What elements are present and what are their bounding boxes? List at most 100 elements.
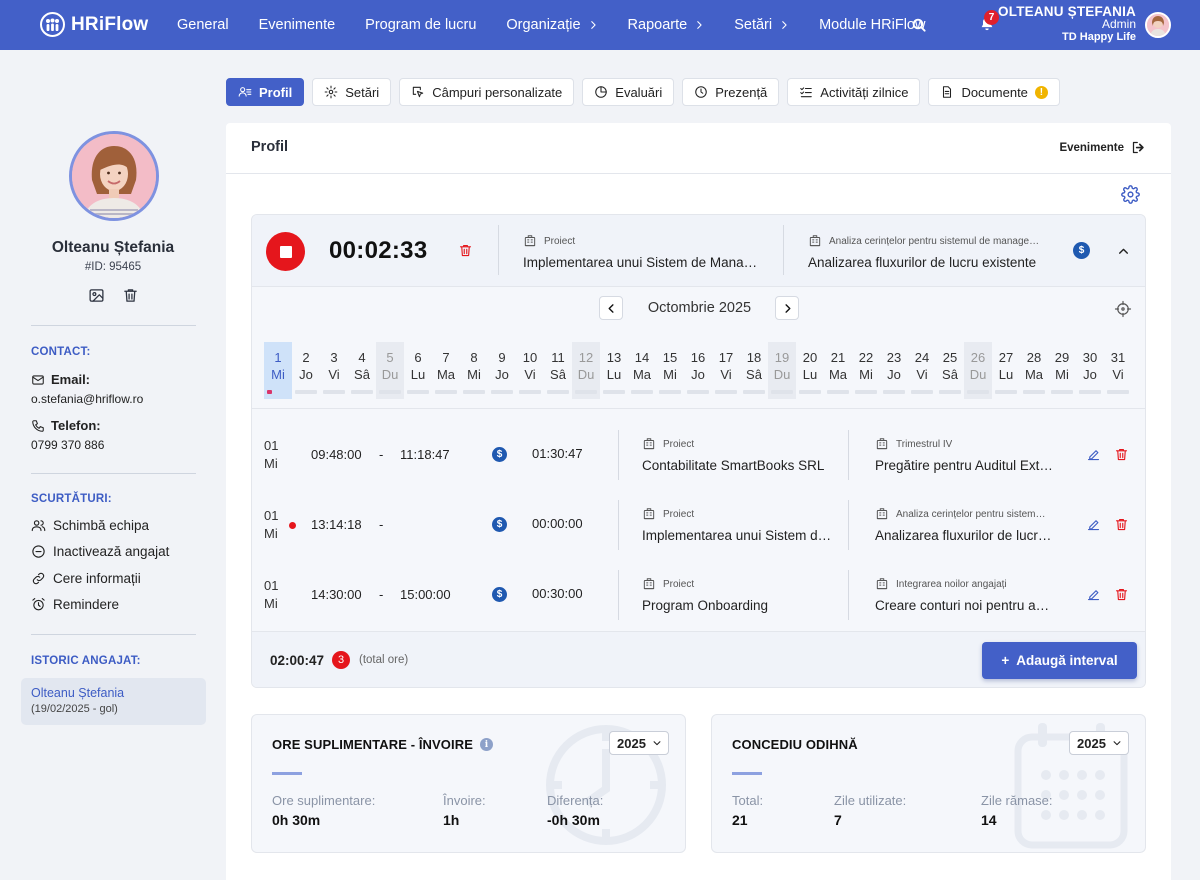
shortcut-change-team[interactable]: Schimbă echipa [31, 518, 149, 533]
calendar-day[interactable]: 11 Sâ [544, 342, 572, 399]
trash-icon[interactable] [122, 287, 139, 304]
entry-project[interactable]: Proiect Program Onboarding [642, 577, 832, 613]
user-list-icon [238, 85, 252, 99]
calendar-day[interactable]: 14 Ma [628, 342, 656, 399]
image-icon[interactable] [88, 287, 105, 304]
stop-timer-button[interactable] [266, 232, 305, 271]
calendar-day[interactable]: 21 Ma [824, 342, 852, 399]
trash-icon[interactable] [1114, 447, 1129, 462]
billable-coin-icon[interactable]: $ [492, 447, 507, 462]
calendar-day[interactable]: 16 Jo [684, 342, 712, 399]
shortcut-request-info[interactable]: Cere informații [31, 571, 141, 586]
calendar-day[interactable]: 19 Du [768, 342, 796, 399]
history-item[interactable]: Olteanu Ștefania (19/02/2025 - gol) [21, 678, 206, 725]
calendar-day[interactable]: 18 Sâ [740, 342, 768, 399]
edit-icon[interactable] [1086, 447, 1101, 462]
billable-coin-icon[interactable]: $ [1073, 242, 1090, 259]
edit-icon[interactable] [1086, 517, 1101, 532]
calendar-day[interactable]: 20 Lu [796, 342, 824, 399]
nav-item-rapoarte[interactable]: Rapoarte [613, 17, 720, 33]
tab-campuri-personalizate[interactable]: Câmpuri personalizate [399, 78, 575, 106]
warning-icon: ! [1034, 85, 1048, 99]
calendar-day[interactable]: 30 Jo [1076, 342, 1104, 399]
shortcut-reminders[interactable]: Remindere [31, 597, 119, 612]
calendar-day[interactable]: 23 Jo [880, 342, 908, 399]
calendar-day[interactable]: 4 Sâ [348, 342, 376, 399]
billable-coin-icon[interactable]: $ [492, 587, 507, 602]
calendar-day[interactable]: 6 Lu [404, 342, 432, 399]
tab-documente[interactable]: Documente ! [928, 78, 1060, 106]
calendar-day[interactable]: 10 Vi [516, 342, 544, 399]
timer-project[interactable]: Proiect Implementarea unui Sistem de Man… [523, 234, 763, 270]
overtime-stat: Diferența: -0h 30m [547, 793, 604, 828]
profile-avatar[interactable] [69, 131, 159, 221]
entry-end: 15:00:00 [400, 587, 451, 602]
calendar-day[interactable]: 31 Vi [1104, 342, 1132, 399]
trash-icon[interactable] [458, 243, 473, 258]
entry-task[interactable]: Analiza cerințelor pentru sistemul de ma… [875, 507, 1055, 543]
add-interval-button[interactable]: + Adaugă interval [982, 642, 1137, 679]
nav-item-general[interactable]: General [162, 17, 244, 33]
day-progress-bar [519, 390, 541, 394]
leave-year-select[interactable]: 2025 [1069, 731, 1129, 755]
chevron-up-icon[interactable] [1117, 245, 1130, 258]
calendar-day[interactable]: 22 Mi [852, 342, 880, 399]
trash-icon[interactable] [1114, 517, 1129, 532]
overtime-year-select[interactable]: 2025 [609, 731, 669, 755]
day-progress-bar [631, 390, 653, 394]
calendar-day[interactable]: 28 Ma [1020, 342, 1048, 399]
tab-prezenta[interactable]: Prezență [682, 78, 780, 106]
next-month-button[interactable] [775, 296, 799, 320]
nav-item-evenimente[interactable]: Evenimente [244, 17, 351, 33]
calendar-day[interactable]: 15 Mi [656, 342, 684, 399]
calendar-day[interactable]: 2 Jo [292, 342, 320, 399]
calendar-day[interactable]: 24 Vi [908, 342, 936, 399]
entry-project[interactable]: Proiect Contabilitate SmartBooks SRL [642, 437, 832, 473]
calendar-day[interactable]: 7 Ma [432, 342, 460, 399]
tab-evaluari[interactable]: Evaluări [582, 78, 675, 106]
calendar-day[interactable]: 27 Lu [992, 342, 1020, 399]
prev-month-button[interactable] [599, 296, 623, 320]
calendar-day[interactable]: 5 Du [376, 342, 404, 399]
user-menu[interactable]: OLTEANU ȘTEFANIA Admin TD Happy Life [998, 5, 1136, 44]
brand-logo[interactable]: HRiFlow [40, 12, 148, 37]
phone-value[interactable]: 0799 370 886 [31, 438, 104, 452]
events-link[interactable]: Evenimente [1059, 140, 1146, 155]
tab-profil[interactable]: Profil [226, 78, 305, 106]
building-icon [642, 437, 656, 451]
entry-project[interactable]: ProiectImplementarea unui Sistem de Mana… [642, 507, 832, 543]
calendar-day[interactable]: 9 Jo [488, 342, 516, 399]
calendar-day[interactable]: 13 Lu [600, 342, 628, 399]
calendar-day[interactable]: 25 Sâ [936, 342, 964, 399]
calendar-day[interactable]: 12 Du [572, 342, 600, 399]
timer-task[interactable]: Analiza cerințelor pentru sistemul de ma… [808, 234, 1048, 270]
calendar-day[interactable]: 8 Mi [460, 342, 488, 399]
info-icon[interactable]: i [479, 738, 493, 751]
nav-item-organiza-ie[interactable]: Organizație [491, 17, 612, 33]
nav-item-program-de-lucru[interactable]: Program de lucru [350, 17, 491, 33]
calendar-day[interactable]: 29 Mi [1048, 342, 1076, 399]
nav-item-set-ri[interactable]: Setări [719, 17, 804, 33]
day-progress-bar [407, 390, 429, 394]
user-avatar[interactable] [1145, 12, 1171, 38]
email-value[interactable]: o.stefania@hriflow.ro [31, 392, 143, 406]
search-icon[interactable] [911, 17, 927, 33]
billable-coin-icon[interactable]: $ [492, 517, 507, 532]
tab-setari[interactable]: Setări [312, 78, 392, 106]
tab-activitati-zilnice[interactable]: Activități zilnice [787, 78, 921, 106]
edit-icon[interactable] [1086, 587, 1101, 602]
history-section-title: ISTORIC ANGAJAT: [31, 655, 141, 667]
user-company: TD Happy Life [1062, 31, 1136, 43]
gear-icon[interactable] [1121, 185, 1140, 204]
brand-logo-icon [40, 12, 65, 37]
calendar-day[interactable]: 26 Du [964, 342, 992, 399]
shortcut-deactivate-employee[interactable]: Inactivează angajat [31, 544, 169, 559]
entry-task[interactable]: Trimestrul IV Pregătire pentru Auditul Ex… [875, 437, 1055, 473]
entry-task[interactable]: Integrarea noilor angajați Creare conturi… [875, 577, 1055, 613]
entry-start: 09:48:00 [311, 447, 362, 462]
calendar-day[interactable]: 1 Mi [264, 342, 292, 399]
calendar-day[interactable]: 3 Vi [320, 342, 348, 399]
trash-icon[interactable] [1114, 587, 1129, 602]
crosshair-icon[interactable] [1114, 300, 1132, 318]
calendar-day[interactable]: 17 Vi [712, 342, 740, 399]
